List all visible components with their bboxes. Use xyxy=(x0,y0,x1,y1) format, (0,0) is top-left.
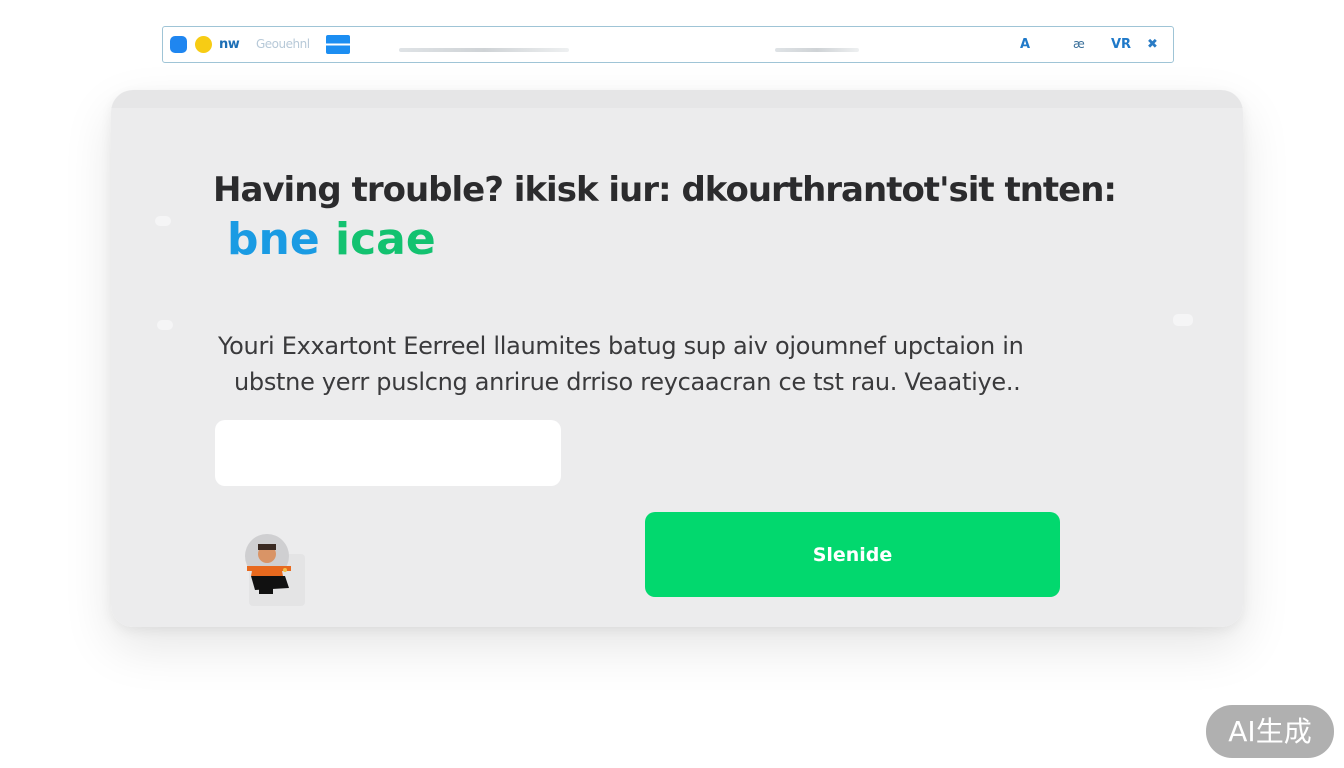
address-bar-placeholder[interactable] xyxy=(399,48,569,52)
sub-heading-word-blue: bne xyxy=(227,214,320,265)
address-bar-placeholder-secondary xyxy=(775,48,859,52)
x-icon[interactable]: æ xyxy=(1073,37,1085,51)
description-line-2: ubstne yerr puslcng anrirue drriso reyca… xyxy=(234,368,1021,396)
page-title: Having trouble? ikisk iur: dkourthrantot… xyxy=(213,170,1117,210)
text-input-field[interactable] xyxy=(215,420,561,486)
description-text: Youri Exxartont Eerreel llaumites batug … xyxy=(218,328,1098,400)
brand-text: nw xyxy=(219,37,240,52)
decorative-dot xyxy=(157,320,173,330)
blue-dot-icon[interactable] xyxy=(170,36,187,53)
ai-generated-badge: AI生成 xyxy=(1206,705,1334,758)
brand-logo-icon xyxy=(326,35,350,54)
yellow-dot-icon[interactable] xyxy=(195,36,212,53)
send-button[interactable]: Slenide xyxy=(645,512,1060,597)
page: nw Geouehnl A æ VR ✖ Having trouble? iki… xyxy=(0,0,1344,768)
vr-icon[interactable]: VR xyxy=(1111,37,1131,52)
help-card: Having trouble? ikisk iur: dkourthrantot… xyxy=(111,90,1243,627)
brand-faded-text: Geouehnl xyxy=(256,37,310,51)
decorative-dot xyxy=(1173,314,1193,326)
k-icon[interactable]: ✖ xyxy=(1147,37,1158,52)
sub-heading-word-green: icae xyxy=(335,214,436,265)
a-icon[interactable]: A xyxy=(1020,37,1030,52)
sub-heading: bne icae xyxy=(227,214,436,265)
browser-toolbar: nw Geouehnl A æ VR ✖ xyxy=(162,26,1174,63)
avatar xyxy=(245,534,305,606)
description-line-1: Youri Exxartont Eerreel llaumites batug … xyxy=(218,332,1024,360)
decorative-dot xyxy=(155,216,171,226)
